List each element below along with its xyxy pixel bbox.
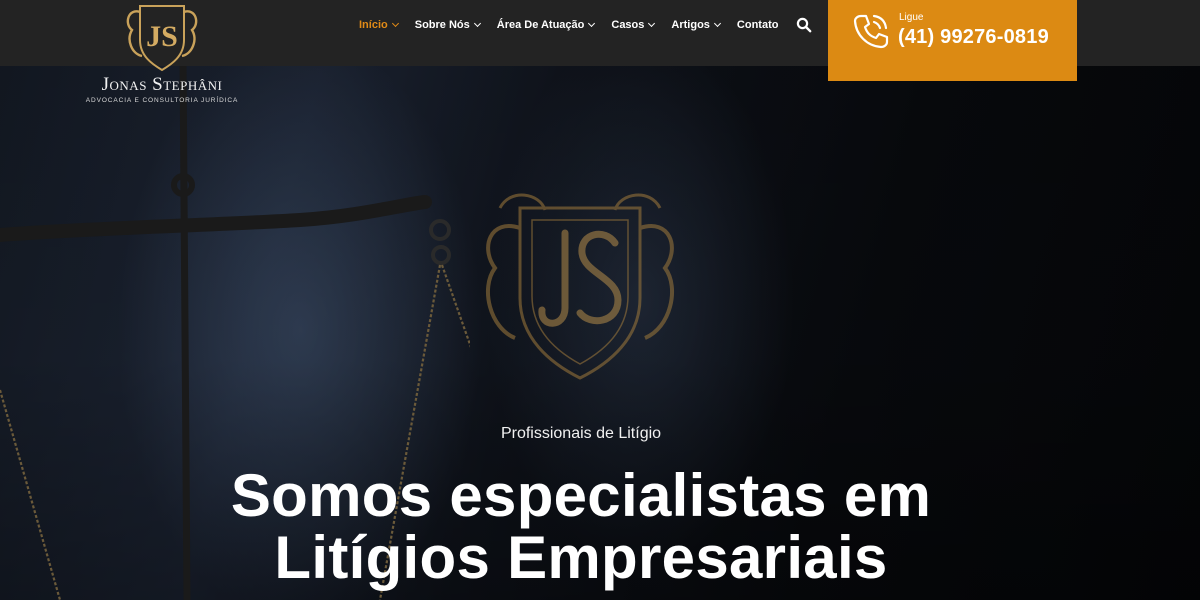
logo-emblem-icon: JS: [126, 5, 198, 72]
nav-item-label: Contato: [736, 19, 779, 31]
nav-item-label: Início: [359, 19, 388, 31]
nav-item-inicio[interactable]: Início: [359, 19, 399, 31]
nav-item-area-de-atuacao[interactable]: Área De Atuação: [496, 19, 596, 31]
site-logo[interactable]: JS Jonas Stephâni ADVOCACIA E CONSULTORI…: [82, 0, 242, 108]
main-nav: Início Sobre Nós Área De Atuação Casos A…: [359, 17, 795, 33]
phone-label: Ligue: [899, 12, 924, 23]
logo-tagline: ADVOCACIA E CONSULTORIA JURÍDICA: [85, 97, 239, 104]
chevron-down-icon: [473, 19, 481, 28]
logo-monogram: JS: [146, 20, 178, 53]
nav-item-label: Área De Atuação: [496, 19, 585, 31]
chevron-down-icon: [713, 19, 721, 28]
nav-item-label: Casos: [611, 19, 645, 31]
call-phone-button[interactable]: Ligue (41) 99276-0819: [828, 0, 1077, 81]
phone-number: (41) 99276-0819: [898, 26, 1049, 48]
hero-headline: Somos especialistas em Litígios Empresar…: [0, 465, 1162, 589]
nav-item-casos[interactable]: Casos: [611, 19, 656, 31]
phone-icon: [853, 14, 889, 49]
chevron-down-icon: [391, 19, 399, 28]
hero-eyebrow: Profissionais de Litígio: [500, 425, 662, 442]
nav-item-label: Sobre Nós: [414, 19, 470, 31]
nav-item-sobre-nos[interactable]: Sobre Nós: [414, 19, 481, 31]
search-icon: [796, 17, 812, 33]
nav-item-label: Artigos: [671, 19, 710, 31]
hero-headline-line-2: Litígios Empresariais: [274, 524, 888, 591]
hero-headline-line-1: Somos especialistas em: [230, 462, 932, 529]
chevron-down-icon: [588, 19, 596, 28]
search-button[interactable]: [796, 17, 812, 33]
logo-name: Jonas Stephâni: [101, 74, 223, 95]
chevron-down-icon: [648, 19, 656, 28]
nav-item-contato[interactable]: Contato: [737, 19, 779, 31]
nav-item-artigos[interactable]: Artigos: [671, 19, 721, 31]
